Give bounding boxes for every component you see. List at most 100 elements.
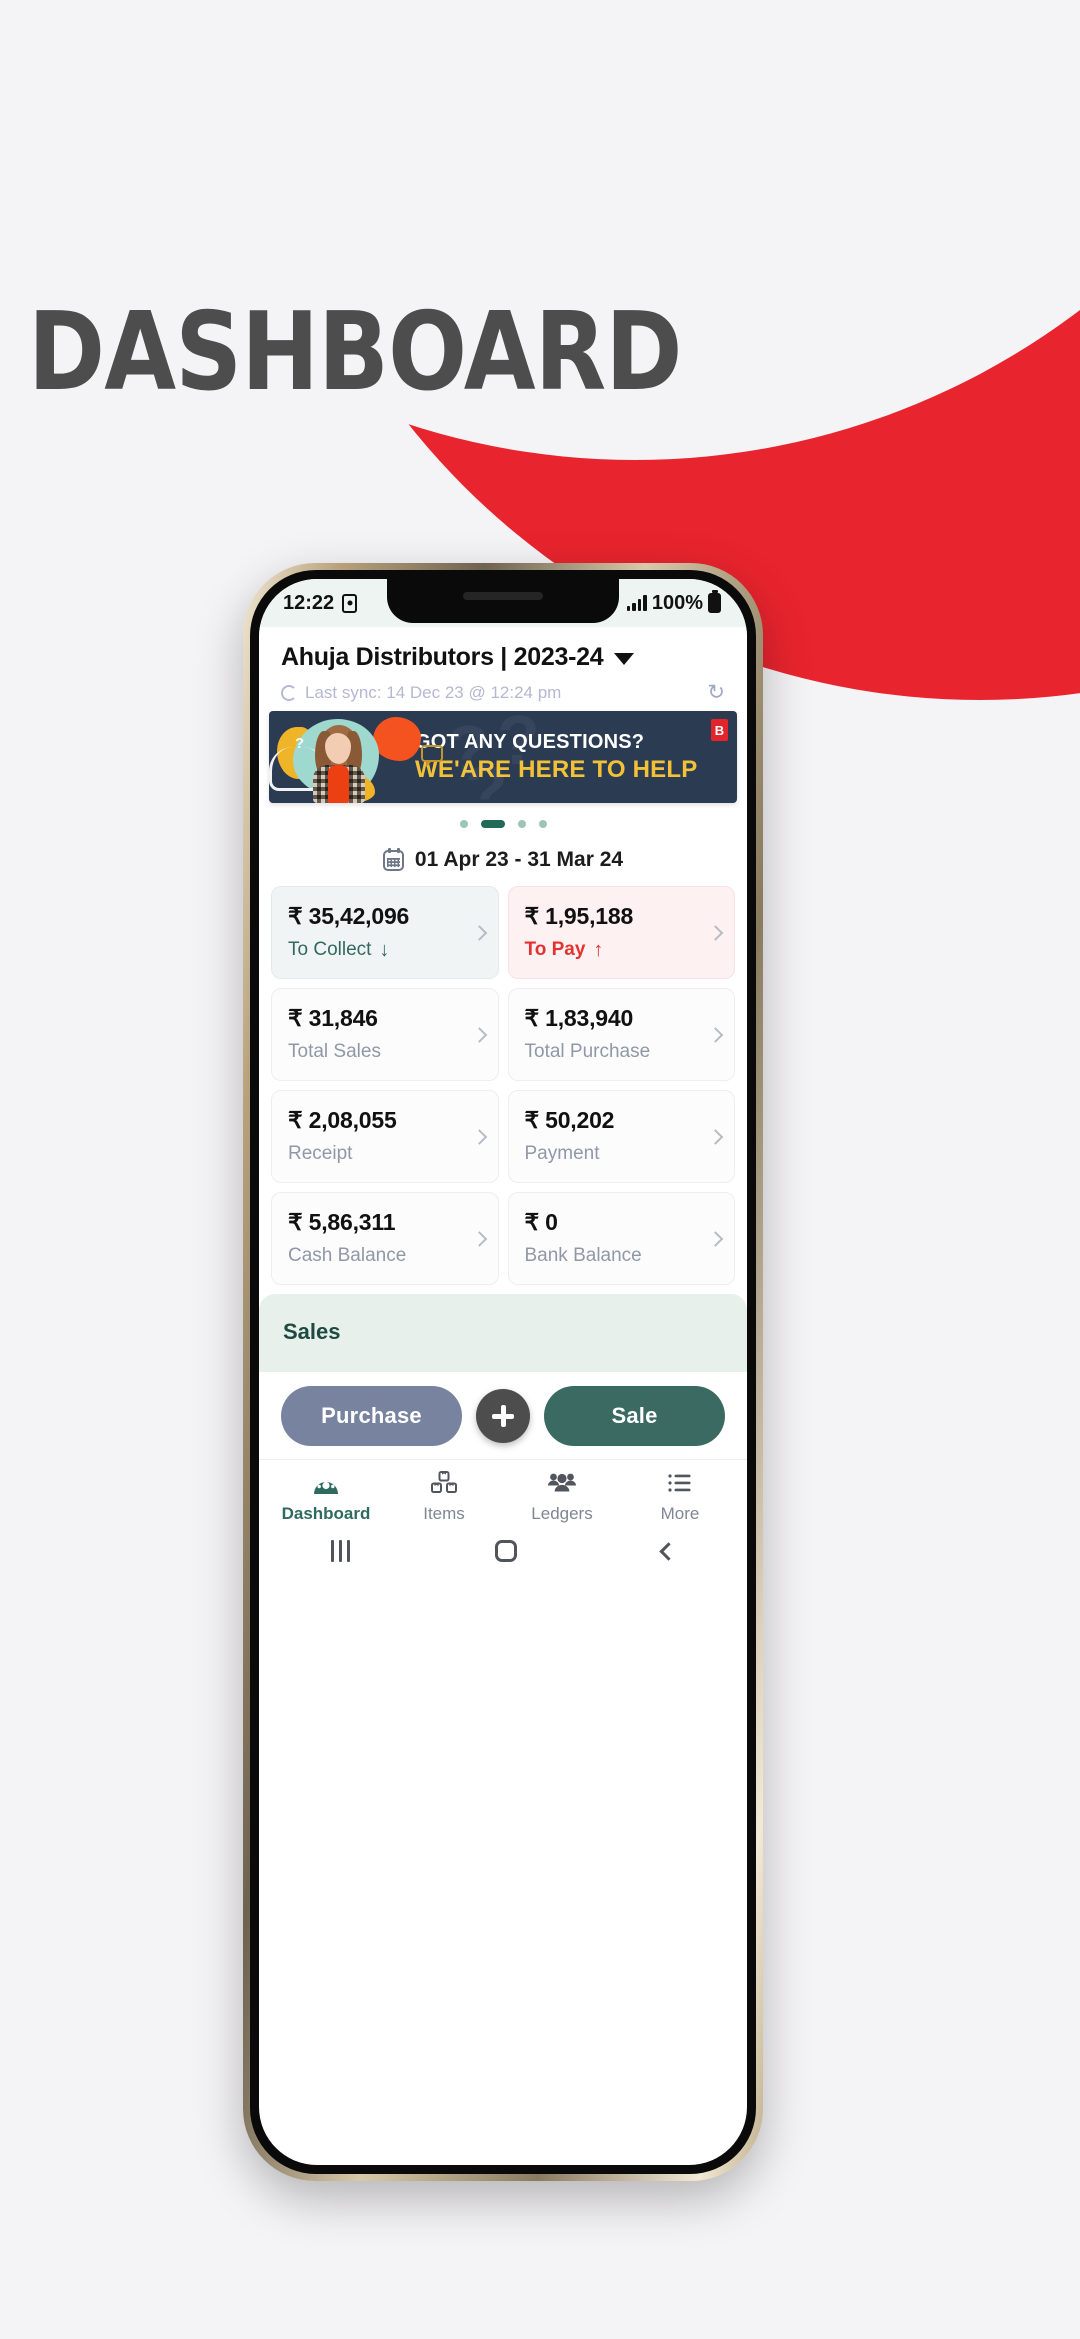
metric-value: ₹ 1,95,188 [524,903,634,929]
page-title: DASHBOARD [28,290,682,415]
person-illustration: ? [269,711,421,803]
metric-row: ₹ 35,42,096 To Collect ↓ ₹ 1,95,188 To P… [271,886,735,979]
person-red-top [328,765,349,803]
promo-banner[interactable]: ? ? ? ? GOT ANY QUESTIONS? WE'ARE HERE T… [269,711,737,803]
metric-label-wrap: To Collect ↓ [288,939,484,961]
metric-value: ₹ 50,202 [524,1107,615,1133]
metric-label-wrap: To Pay ↑ [525,939,721,961]
action-bar: Purchase Sale [259,1372,747,1459]
metric-label: Total Purchase [524,1041,651,1062]
poster-canvas: DASHBOARD 12:22 100% Ahuja Distributors … [0,0,1080,2339]
metric-row: ₹ 31,846 Total Sales ₹ 1,83,940 Total Pu… [271,988,735,1081]
app-header: Ahuja Distributors | 2023-24 Last sync: … [259,627,747,711]
metric-card-cash-balance[interactable]: ₹ 5,86,311 Cash Balance [271,1192,499,1285]
chat-bubble-icon [421,745,443,767]
nav-item-ledgers[interactable]: Ledgers [503,1469,621,1524]
metric-value: ₹ 2,08,055 [288,1107,397,1133]
plus-icon [492,1405,514,1427]
metric-grid: ₹ 35,42,096 To Collect ↓ ₹ 1,95,188 To P… [259,886,747,1285]
status-time: 12:22 [283,591,335,614]
nav-item-items[interactable]: Items [385,1469,503,1524]
battery-full-icon [708,593,721,613]
home-icon[interactable] [494,1540,517,1562]
boxes-icon [430,1469,458,1497]
sales-section-title: Sales [283,1319,341,1344]
date-range-selector[interactable]: 01 Apr 23 - 31 Mar 24 [259,828,747,886]
status-bar-left: 12:22 [283,591,358,615]
metric-card-to-collect[interactable]: ₹ 35,42,096 To Collect ↓ [271,886,499,979]
nav-label: Dashboard [281,1504,371,1523]
metric-label: Receipt [288,1143,353,1164]
metric-label-wrap: Bank Balance [525,1245,721,1267]
status-bar: 12:22 100% [259,579,747,627]
nav-item-more[interactable]: More [621,1469,739,1524]
metric-value: ₹ 5,86,311 [288,1209,396,1235]
metric-row: ₹ 2,08,055 Receipt ₹ 50,202 Payment [271,1090,735,1183]
company-selector[interactable]: Ahuja Distributors | 2023-24 [281,643,725,672]
metric-card-total-sales[interactable]: ₹ 31,846 Total Sales [271,988,499,1081]
sale-button[interactable]: Sale [544,1386,725,1446]
alarm-icon [342,593,358,613]
carousel-dot-4[interactable] [538,820,547,828]
chevron-down-icon [614,653,635,665]
metric-label-wrap: Payment [525,1143,721,1165]
metric-label: Cash Balance [288,1245,407,1266]
sales-section: Sales [259,1294,747,1372]
metric-card-total-purchase[interactable]: ₹ 1,83,940 Total Purchase [507,988,735,1081]
question-mark-small: ? [295,735,305,752]
metric-label: To Pay [524,939,586,960]
android-system-nav [259,1530,747,1576]
arrow-down-icon: ↓ [379,939,390,961]
metric-row: ₹ 5,86,311 Cash Balance ₹ 0 Bank Balance [271,1192,735,1285]
phone-screen: 12:22 100% Ahuja Distributors | 2023-24 … [259,579,747,2165]
metric-label-wrap: Cash Balance [288,1245,484,1267]
signal-bars-icon [626,595,647,611]
metric-label: Total Sales [288,1041,381,1062]
metric-value: ₹ 1,83,940 [524,1005,634,1031]
carousel-dot-2[interactable] [480,820,505,828]
back-icon[interactable] [658,1541,678,1561]
phone-bezel: 12:22 100% Ahuja Distributors | 2023-24 … [250,570,756,2174]
metric-card-receipt[interactable]: ₹ 2,08,055 Receipt [271,1090,499,1183]
ghost-question-3: ? [465,751,508,803]
promo-banner-wrapper: ? ? ? ? GOT ANY QUESTIONS? WE'ARE HERE T… [259,711,747,803]
metric-card-to-pay[interactable]: ₹ 1,95,188 To Pay ↑ [507,886,735,979]
date-range-label: 01 Apr 23 - 31 Mar 24 [414,848,624,871]
metric-label: Bank Balance [524,1245,642,1266]
sync-status-text: Last sync: 14 Dec 23 @ 12:24 pm [305,682,562,702]
battery-percent: 100% [651,591,703,614]
metric-value: ₹ 0 [524,1209,558,1235]
brand-badge: B [711,719,728,741]
metric-value: ₹ 31,846 [288,1005,378,1031]
person-figure [311,725,367,803]
arrow-up-icon: ↑ [593,939,604,961]
calendar-icon [382,847,404,871]
metric-card-bank-balance[interactable]: ₹ 0 Bank Balance [507,1192,735,1285]
nav-item-dashboard[interactable]: Dashboard [267,1469,385,1524]
sync-status-row: Last sync: 14 Dec 23 @ 12:24 pm ↻ [281,682,725,711]
earpiece-speaker [463,592,543,600]
carousel-dot-3[interactable] [517,820,526,828]
company-name: Ahuja Distributors | 2023-24 [281,643,604,671]
status-bar-right: 100% [626,591,721,615]
orange-blob [373,717,421,761]
metric-label: Payment [524,1143,600,1164]
add-button[interactable] [476,1389,530,1443]
camera-notch [387,579,619,623]
nav-label: Ledgers [531,1504,593,1523]
metric-card-payment[interactable]: ₹ 50,202 Payment [507,1090,735,1183]
metric-label-wrap: Receipt [288,1143,484,1165]
phone-mockup: 12:22 100% Ahuja Distributors | 2023-24 … [243,563,763,2181]
recent-apps-icon[interactable] [331,1540,351,1562]
list-menu-icon [667,1469,693,1497]
purchase-button[interactable]: Purchase [281,1386,462,1446]
dashboard-gauge-icon [312,1469,340,1497]
bottom-navigation: Dashboard Items Ledgers More [259,1459,747,1530]
carousel-dot-1[interactable] [459,820,468,828]
metric-label-wrap: Total Purchase [525,1041,721,1063]
metric-label: To Collect [288,939,372,960]
metric-value: ₹ 35,42,096 [288,903,410,929]
nav-label: Items [423,1504,465,1523]
loading-spinner-icon [281,684,297,701]
refresh-icon[interactable]: ↻ [707,682,725,703]
